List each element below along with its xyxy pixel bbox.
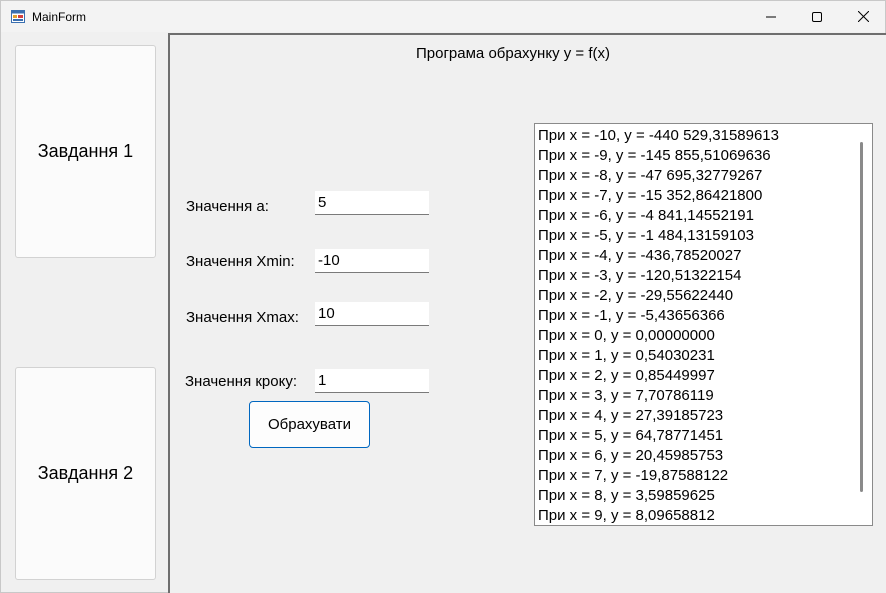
minimize-icon xyxy=(766,16,776,17)
step-input[interactable] xyxy=(315,369,429,393)
xmin-input[interactable] xyxy=(315,249,429,273)
main-window: MainForm Завдання 1 Завдання 2 Програма … xyxy=(0,0,886,593)
result-item[interactable]: При x = -1, y = -5,43656366 xyxy=(538,306,853,326)
result-item[interactable]: При x = -9, y = -145 855,51069636 xyxy=(538,146,853,166)
result-item[interactable]: При x = -3, y = -120,51322154 xyxy=(538,266,853,286)
result-item[interactable]: При x = -4, y = -436,78520027 xyxy=(538,246,853,266)
task-1-button[interactable]: Завдання 1 xyxy=(15,45,156,258)
app-icon xyxy=(11,10,25,23)
results-scrollbar[interactable] xyxy=(860,142,863,492)
task-2-button[interactable]: Завдання 2 xyxy=(15,367,156,580)
close-icon xyxy=(857,11,869,22)
result-item[interactable]: При x = 1, y = 0,54030231 xyxy=(538,346,853,366)
result-item[interactable]: При x = -5, y = -1 484,13159103 xyxy=(538,226,853,246)
page-title: Програма обрахунку y = f(x) xyxy=(416,45,610,62)
results-listbox[interactable]: При x = -10, y = -440 529,31589613 При x … xyxy=(534,123,873,526)
title-bar[interactable]: MainForm xyxy=(1,1,885,32)
results-list: При x = -10, y = -440 529,31589613 При x … xyxy=(538,126,853,526)
a-input[interactable] xyxy=(315,191,429,215)
result-item[interactable]: При x = 8, y = 3,59859625 xyxy=(538,486,853,506)
close-button[interactable] xyxy=(840,1,886,32)
result-item[interactable]: При x = 3, y = 7,70786119 xyxy=(538,386,853,406)
result-item[interactable]: При x = 7, y = -19,87588122 xyxy=(538,466,853,486)
result-item[interactable]: При x = 2, y = 0,85449997 xyxy=(538,366,853,386)
minimize-button[interactable] xyxy=(748,1,794,32)
result-item[interactable]: При x = -2, y = -29,55622440 xyxy=(538,286,853,306)
label-xmin: Значення Xmin: xyxy=(186,253,295,270)
result-item[interactable]: При x = 0, y = 0,00000000 xyxy=(538,326,853,346)
window-title: MainForm xyxy=(32,10,87,24)
label-xmax: Значення Xmax: xyxy=(186,309,299,326)
label-step: Значення кроку: xyxy=(185,373,298,390)
result-item[interactable]: При x = 9, y = 8,09658812 xyxy=(538,506,853,526)
result-item[interactable]: При x = 5, y = 64,78771451 xyxy=(538,426,853,446)
result-item[interactable]: При x = 6, y = 20,45985753 xyxy=(538,446,853,466)
result-item[interactable]: При x = -6, y = -4 841,14552191 xyxy=(538,206,853,226)
xmax-input[interactable] xyxy=(315,302,429,326)
label-a: Значення а: xyxy=(186,198,269,215)
result-item[interactable]: При x = -7, y = -15 352,86421800 xyxy=(538,186,853,206)
maximize-button[interactable] xyxy=(794,1,840,32)
result-item[interactable]: При x = -10, y = -440 529,31589613 xyxy=(538,126,853,146)
result-item[interactable]: При x = 4, y = 27,39185723 xyxy=(538,406,853,426)
maximize-icon xyxy=(812,11,822,22)
result-item[interactable]: При x = -8, y = -47 695,32779267 xyxy=(538,166,853,186)
calculate-button[interactable]: Обрахувати xyxy=(249,401,370,448)
